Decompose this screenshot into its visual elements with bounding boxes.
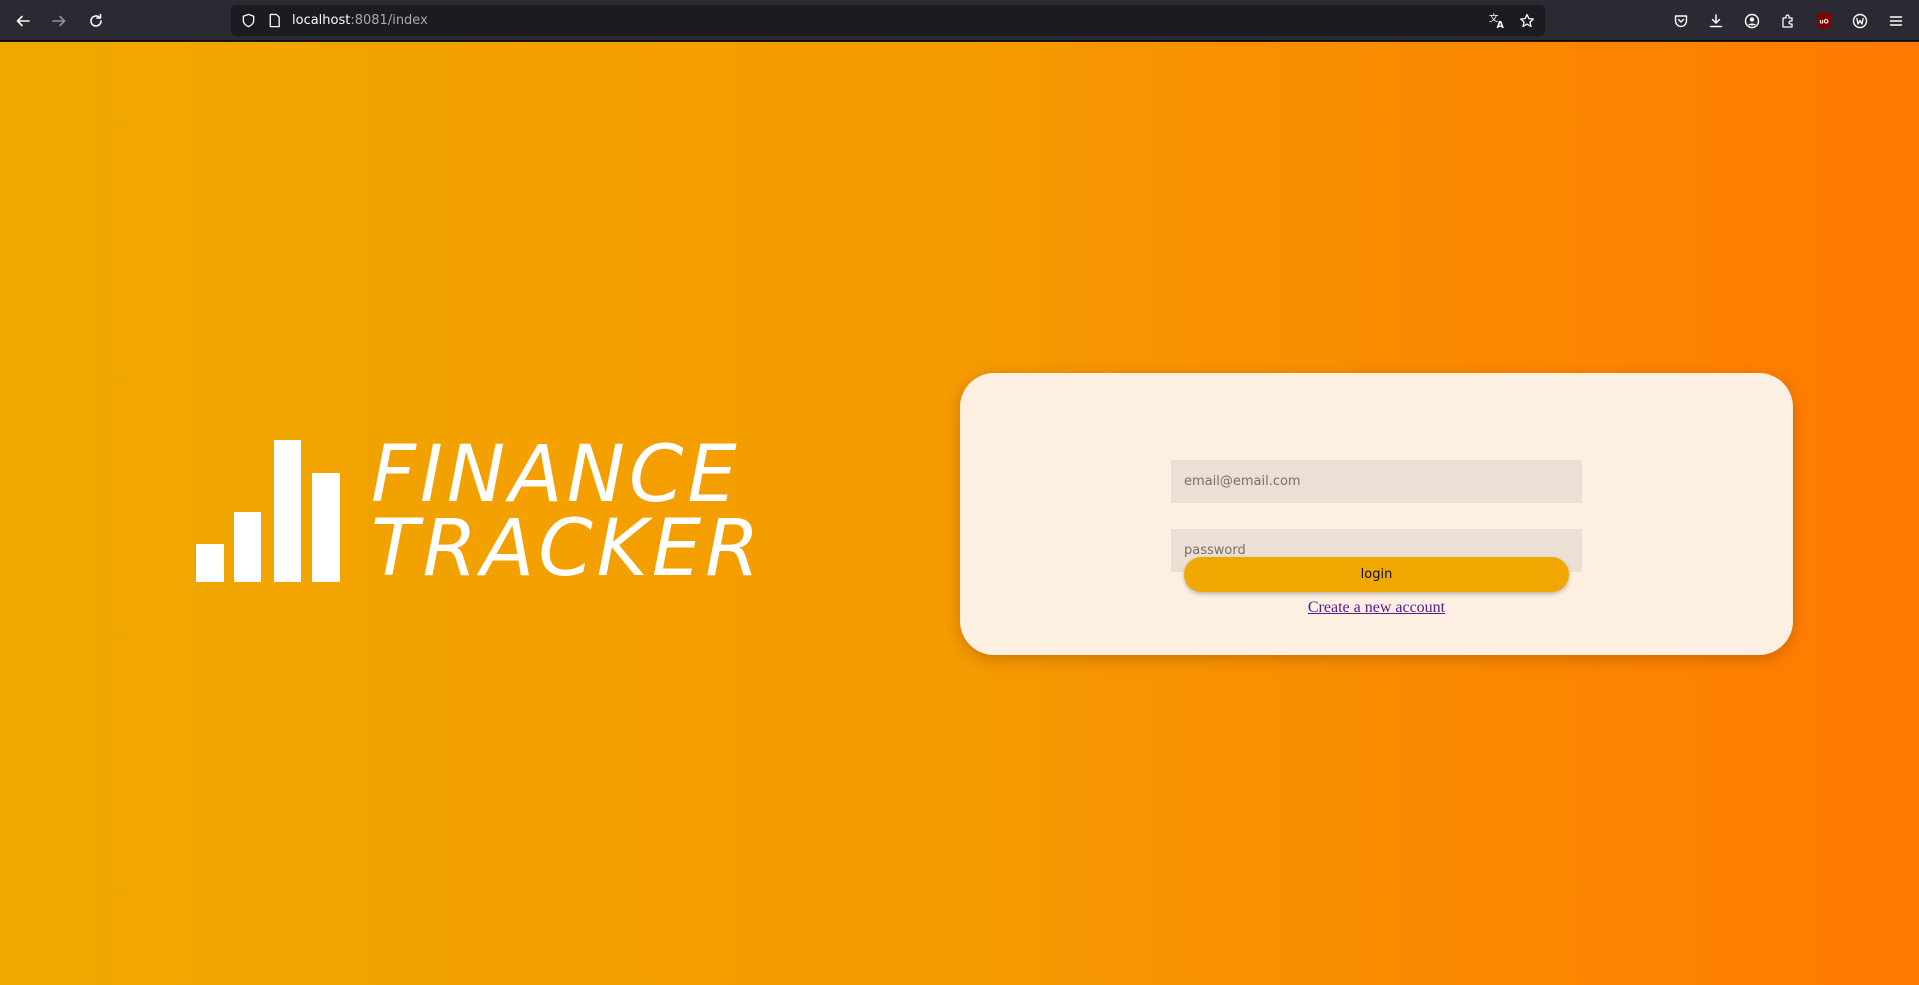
ublock-label: uO: [1819, 19, 1828, 26]
logo-text: FINANCE TRACKER: [371, 430, 764, 594]
finance-tracker-logo: FINANCE TRACKER: [196, 430, 776, 628]
pocket-icon[interactable]: [1668, 8, 1694, 34]
forward-arrow-icon: [52, 15, 66, 27]
login-button[interactable]: login: [1184, 557, 1569, 592]
translate-icon[interactable]: 文 A: [1489, 12, 1506, 29]
browser-toolbar: localhost:8081/index 文 A uO: [0, 0, 1919, 41]
downloads-icon[interactable]: [1703, 8, 1729, 34]
create-account-link[interactable]: Create a new account: [960, 599, 1793, 617]
back-button[interactable]: [10, 8, 36, 34]
logo-bar: [234, 512, 261, 582]
forward-button[interactable]: [46, 8, 72, 34]
page-background: FINANCE TRACKER login Create a new accou…: [0, 42, 1919, 985]
login-card: login Create a new account: [960, 373, 1793, 655]
logo-line-1: FINANCE: [371, 430, 741, 520]
account-icon[interactable]: [1739, 8, 1765, 34]
extension-badge-icon[interactable]: [1847, 8, 1873, 34]
bookmark-star-icon[interactable]: [1518, 12, 1535, 29]
logo-line-2: TRACKER: [371, 504, 764, 594]
hamburger-menu-icon[interactable]: [1883, 8, 1909, 34]
url-path: :8081/index: [350, 13, 428, 28]
url-host: localhost: [292, 13, 351, 28]
extensions-icon[interactable]: [1775, 8, 1801, 34]
reload-icon: [90, 13, 102, 27]
tracking-shield-icon[interactable]: [240, 12, 257, 29]
ublock-origin-icon[interactable]: uO: [1811, 8, 1837, 34]
email-field[interactable]: [1171, 460, 1582, 503]
page-icon[interactable]: [266, 12, 283, 29]
url-text[interactable]: localhost:8081/index: [292, 12, 428, 29]
logo-bar: [196, 544, 224, 582]
logo-bar: [274, 440, 301, 582]
url-bar[interactable]: localhost:8081/index 文 A: [231, 5, 1545, 36]
svg-text:A: A: [1496, 20, 1504, 29]
bar-chart-icon: [196, 438, 341, 582]
back-arrow-icon: [16, 15, 30, 27]
reload-button[interactable]: [83, 8, 109, 34]
logo-bar: [312, 473, 340, 582]
